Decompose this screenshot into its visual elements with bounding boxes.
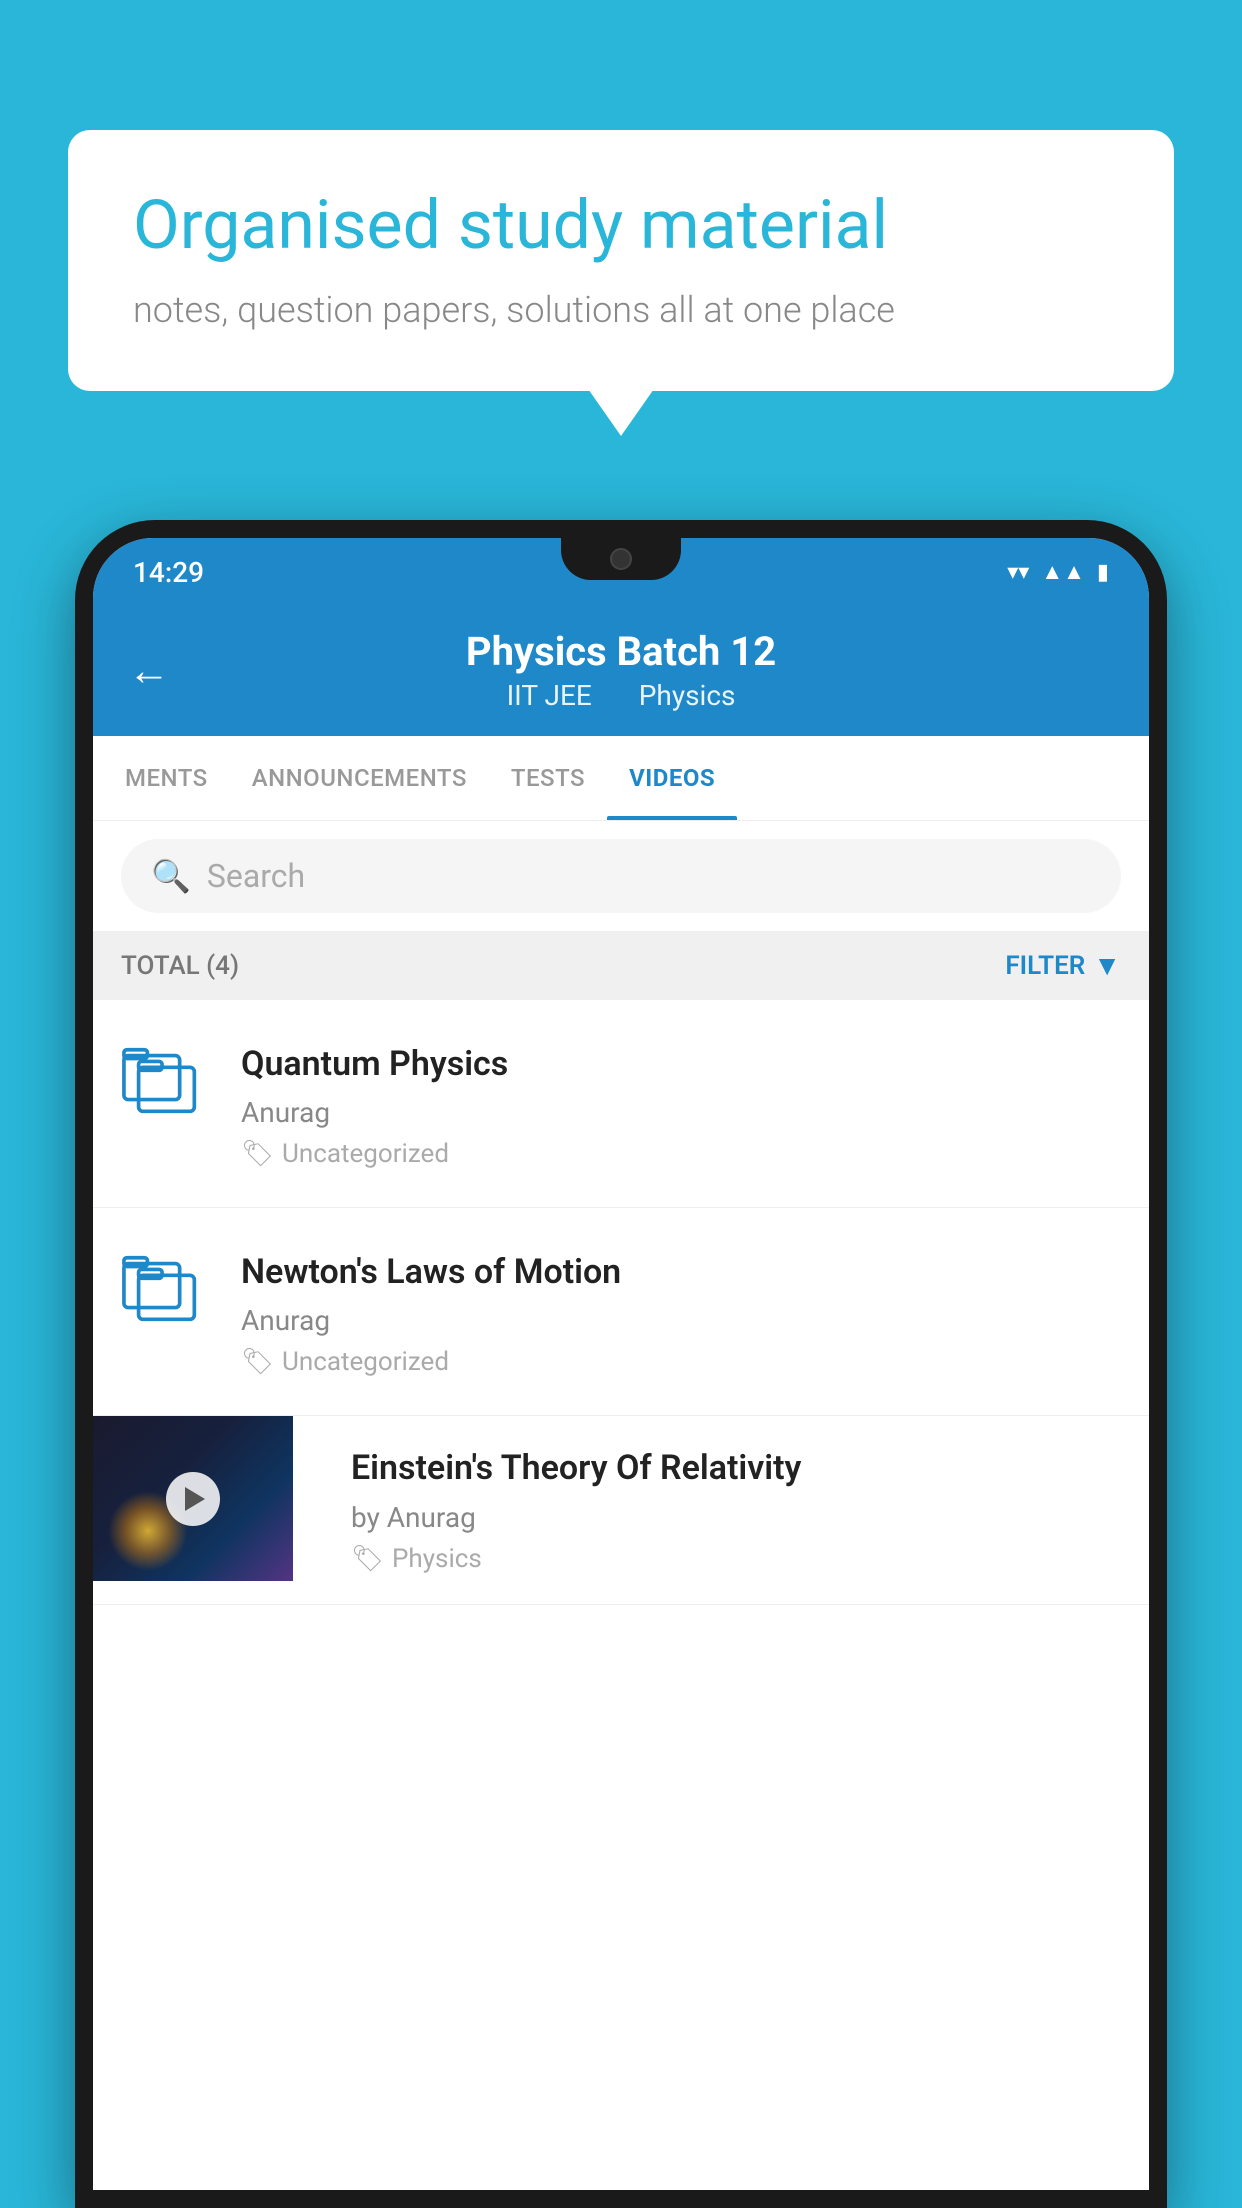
header-subtitle-iitjee: IIT JEE <box>507 679 592 712</box>
play-button-icon[interactable] <box>166 1472 220 1526</box>
back-button[interactable]: ← <box>128 647 170 696</box>
tag-label: Uncategorized <box>282 1139 449 1169</box>
bubble-title: Organised study material <box>133 185 1109 267</box>
folder-icon <box>121 1038 211 1148</box>
folder-icon <box>121 1246 211 1356</box>
video-title: Newton's Laws of Motion <box>241 1250 1121 1294</box>
tab-ments[interactable]: MENTS <box>103 736 230 820</box>
tab-announcements[interactable]: ANNOUNCEMENTS <box>230 736 489 820</box>
video-author: by Anurag <box>351 1501 1121 1534</box>
notch <box>561 538 681 580</box>
status-icons: ▾▾ ▲▲ ▮ <box>1007 559 1109 585</box>
total-count: TOTAL (4) <box>121 951 239 981</box>
status-bar: 14:29 ▾▾ ▲▲ ▮ <box>93 538 1149 606</box>
play-triangle-icon <box>185 1487 205 1511</box>
filter-funnel-icon: ▼ <box>1093 949 1121 982</box>
list-item[interactable]: Quantum Physics Anurag 🏷 Uncategorized <box>93 1000 1149 1208</box>
tag-icon: 🏷 <box>241 1139 274 1169</box>
search-input[interactable]: Search <box>207 857 305 895</box>
tab-videos[interactable]: VIDEOS <box>607 736 737 820</box>
filter-bar: TOTAL (4) FILTER ▼ <box>93 931 1149 1000</box>
battery-icon: ▮ <box>1097 560 1109 585</box>
tag-icon: 🏷 <box>351 1544 384 1574</box>
phone-frame: 14:29 ▾▾ ▲▲ ▮ ← Physics Batch 12 IIT JEE… <box>75 520 1167 2208</box>
wifi-icon: ▾▾ <box>1007 560 1029 585</box>
filter-button[interactable]: FILTER ▼ <box>1005 949 1121 982</box>
list-item[interactable]: Newton's Laws of Motion Anurag 🏷 Uncateg… <box>93 1208 1149 1416</box>
camera-icon <box>610 548 632 570</box>
tag-icon: 🏷 <box>241 1347 274 1377</box>
video-tag: 🏷 Uncategorized <box>241 1347 1121 1377</box>
video-list: Quantum Physics Anurag 🏷 Uncategorized <box>93 1000 1149 1605</box>
tab-bar: MENTS ANNOUNCEMENTS TESTS VIDEOS <box>93 736 1149 821</box>
bubble-subtitle: notes, question papers, solutions all at… <box>133 289 1109 331</box>
speech-bubble: Organised study material notes, question… <box>68 130 1174 391</box>
video-tag: 🏷 Physics <box>351 1544 1121 1574</box>
header-title: Physics Batch 12 <box>133 628 1109 675</box>
filter-label: FILTER <box>1005 951 1085 981</box>
video-author: Anurag <box>241 1304 1121 1337</box>
video-thumbnail <box>93 1416 293 1581</box>
video-author: Anurag <box>241 1096 1121 1129</box>
list-item[interactable]: Einstein's Theory Of Relativity by Anura… <box>93 1416 1149 1604</box>
video-info: Quantum Physics Anurag 🏷 Uncategorized <box>241 1038 1121 1169</box>
speech-bubble-container: Organised study material notes, question… <box>68 130 1174 391</box>
video-title: Quantum Physics <box>241 1042 1121 1086</box>
video-title: Einstein's Theory Of Relativity <box>351 1446 1121 1490</box>
tab-tests[interactable]: TESTS <box>489 736 607 820</box>
header-subtitle-physics: Physics <box>639 679 736 712</box>
video-info: Einstein's Theory Of Relativity by Anura… <box>323 1416 1149 1603</box>
search-box[interactable]: 🔍 Search <box>121 839 1121 913</box>
video-info: Newton's Laws of Motion Anurag 🏷 Uncateg… <box>241 1246 1121 1377</box>
search-container: 🔍 Search <box>93 821 1149 931</box>
phone-screen: 14:29 ▾▾ ▲▲ ▮ ← Physics Batch 12 IIT JEE… <box>93 538 1149 2190</box>
search-icon: 🔍 <box>151 857 191 895</box>
tag-label: Uncategorized <box>282 1347 449 1377</box>
status-time: 14:29 <box>133 556 204 589</box>
header-subtitle: IIT JEE Physics <box>133 679 1109 712</box>
app-header: ← Physics Batch 12 IIT JEE Physics <box>93 606 1149 736</box>
signal-icon: ▲▲ <box>1041 559 1085 585</box>
video-tag: 🏷 Uncategorized <box>241 1139 1121 1169</box>
tag-label: Physics <box>392 1544 482 1574</box>
